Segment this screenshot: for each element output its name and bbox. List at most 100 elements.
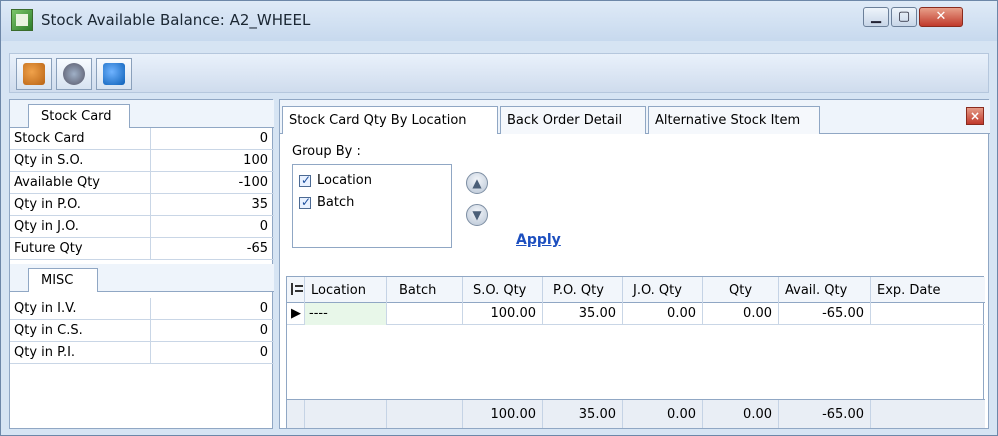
batch-checkbox[interactable] [299,195,311,209]
cell-value: 0.00 [743,306,772,321]
header-exp-date[interactable]: Exp. Date [871,277,985,303]
stock-card-panel: Stock Card Stock Card 0 Qty in S.O. 100 … [9,99,274,429]
tab-label: Alternative Stock Item [655,113,801,128]
stock-row-label: Qty in S.O. [14,153,84,168]
grid-footer: 100.00 35.00 0.00 0.00 -65.00 [287,399,985,428]
cart-icon [63,63,85,85]
tab-stock-card[interactable]: Stock Card [28,104,130,128]
header-label: Location [311,283,366,298]
location-checkbox[interactable] [299,173,311,187]
misc-row: Qty in C.S. 0 [10,320,274,342]
maximize-icon: ▢ [897,9,911,24]
column-chooser-icon [291,283,303,295]
footer-jo-qty: 0.00 [623,400,703,428]
stock-card-tab-header: Stock Card [10,100,274,128]
header-location[interactable]: Location [305,277,387,303]
header-po-qty[interactable]: P.O. Qty [543,277,623,303]
column-chooser-button[interactable] [287,277,305,303]
maximize-button[interactable]: ▢ [891,7,917,27]
close-panel-button[interactable]: × [966,107,984,125]
misc-row-label: Qty in P.I. [14,345,76,360]
footer-value: 0.00 [743,407,772,422]
minimize-button[interactable]: ▁ [863,7,889,27]
close-button[interactable]: ✕ [919,7,963,27]
header-batch[interactable]: Batch [387,277,463,303]
group-by-list: Location Batch [292,164,452,248]
stock-row-label: Qty in P.O. [14,197,81,212]
stock-row-value: -65 [246,241,268,256]
header-label: S.O. Qty [473,283,527,298]
misc-row-value: 0 [259,323,268,338]
cell-value: -65.00 [822,306,864,321]
row-pointer-icon: ▶ [291,306,301,321]
tab-label: Stock Card Qty By Location [289,113,467,128]
header-label: P.O. Qty [553,283,604,298]
tab-back-order-detail[interactable]: Back Order Detail [500,106,646,134]
footer-value: 0.00 [667,407,696,422]
tab-strip: Stock Card Qty By Location Back Order De… [280,100,990,134]
cell-avail-qty[interactable]: -65.00 [779,303,871,325]
header-so-qty[interactable]: S.O. Qty [463,277,543,303]
toolbar [9,53,989,93]
cell-location[interactable]: ---- [305,303,387,325]
tab-stock-card-qty-by-location[interactable]: Stock Card Qty By Location [282,106,498,134]
up-arrow-icon: ▲ [472,176,482,190]
header-label: Avail. Qty [785,283,848,298]
location-checkbox-label: Location [317,173,372,188]
header-jo-qty[interactable]: J.O. Qty [623,277,703,303]
misc-row: Qty in I.V. 0 [10,298,274,320]
footer-po-qty: 35.00 [543,400,623,428]
apply-link[interactable]: Apply [516,232,561,248]
cell-value: ---- [309,306,328,321]
cell-value: 35.00 [578,306,616,321]
tab-alternative-stock-item[interactable]: Alternative Stock Item [648,106,820,134]
toolbar-transfer-button[interactable] [96,58,132,90]
stock-row: Qty in S.O. 100 [10,150,274,172]
misc-row-label: Qty in C.S. [14,323,83,338]
close-icon: ✕ [935,9,947,24]
header-qty[interactable]: Qty [703,277,779,303]
cell-batch[interactable] [387,303,463,325]
stock-row-value: 0 [259,219,268,234]
footer-value: -65.00 [822,407,864,422]
stock-in-icon [23,63,45,85]
footer-qty: 0.00 [703,400,779,428]
stock-row: Qty in J.O. 0 [10,216,274,238]
header-avail-qty[interactable]: Avail. Qty [779,277,871,303]
cell-qty[interactable]: 0.00 [703,303,779,325]
footer-avail-qty: -65.00 [779,400,871,428]
footer-location [305,400,387,428]
stock-row-label: Stock Card [14,131,85,146]
misc-row: Qty in P.I. 0 [10,342,274,364]
stock-row-label: Available Qty [14,175,100,190]
footer-value: 100.00 [490,407,537,422]
cell-so-qty[interactable]: 100.00 [463,303,543,325]
stock-row-label: Qty in J.O. [14,219,79,234]
misc-row-value: 0 [259,345,268,360]
minimize-icon: ▁ [871,9,881,24]
misc-tab-header: MISC [10,264,274,292]
stock-row-value: 0 [259,131,268,146]
move-down-button[interactable]: ▼ [466,204,488,226]
tab-stock-card-label: Stock Card [41,109,112,124]
toolbar-stock-in-button[interactable] [16,58,52,90]
move-up-button[interactable]: ▲ [466,172,488,194]
toolbar-stock-out-button[interactable] [56,58,92,90]
row-indicator: ▶ [287,303,305,325]
footer-spacer [287,400,305,428]
table-row[interactable]: ▶ ---- 100.00 35.00 0.00 0.00 -65.00 [287,303,985,325]
down-arrow-icon: ▼ [472,208,482,222]
window-title: Stock Available Balance: A2_WHEEL [41,11,311,29]
app-icon [11,9,33,31]
cell-value: 100.00 [490,306,537,321]
footer-exp-date [871,400,985,428]
cell-po-qty[interactable]: 35.00 [543,303,623,325]
misc-row-label: Qty in I.V. [14,301,77,316]
cell-jo-qty[interactable]: 0.00 [623,303,703,325]
footer-batch [387,400,463,428]
header-label: Qty [729,283,753,298]
stock-row: Available Qty -100 [10,172,274,194]
tab-misc-label: MISC [41,273,74,288]
tab-misc[interactable]: MISC [28,268,98,292]
cell-exp-date[interactable] [871,303,985,325]
